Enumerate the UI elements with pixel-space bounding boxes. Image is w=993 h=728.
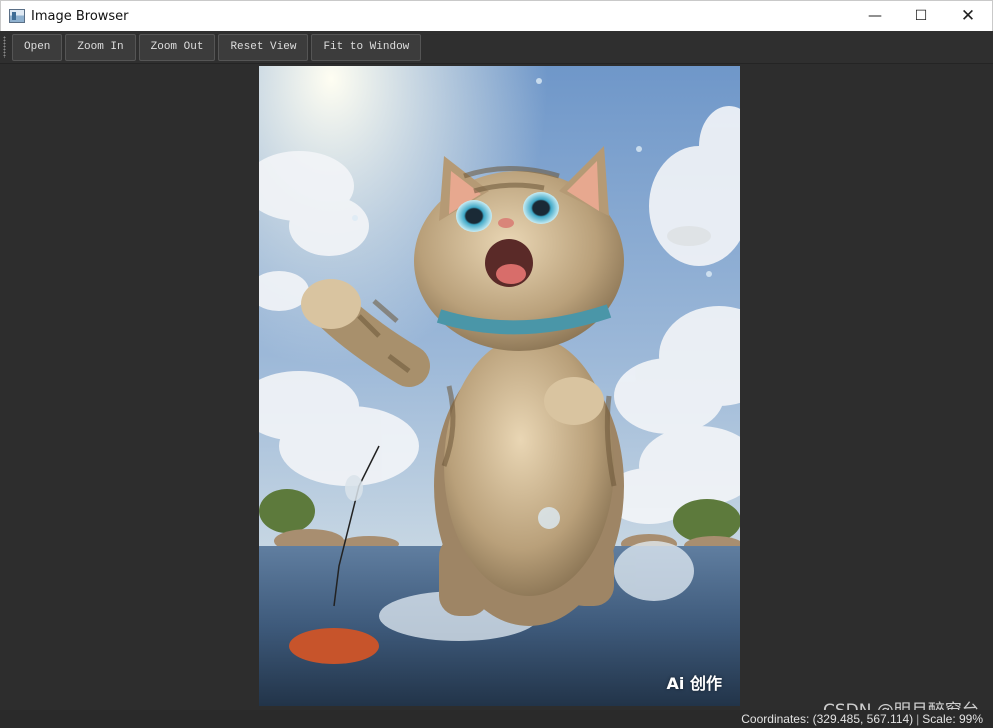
cat-image-illustration	[259, 66, 740, 706]
status-bar: Coordinates: (329.485, 567.114) | Scale:…	[0, 710, 993, 728]
fit-to-window-button[interactable]: Fit to Window	[311, 33, 422, 61]
zoom-in-button[interactable]: Zoom In	[65, 33, 136, 61]
close-button[interactable]: ✕	[944, 1, 992, 31]
image-viewport[interactable]: Ai 创作 CSDN @明月醉窗台	[0, 64, 993, 721]
window-title: Image Browser	[31, 8, 129, 24]
maximize-button[interactable]: ☐	[898, 1, 944, 31]
toolbar-grip-icon[interactable]	[3, 36, 6, 58]
scale-readout: Scale: 99%	[922, 712, 983, 726]
app-image-icon	[9, 9, 25, 23]
minimize-button[interactable]: —	[852, 1, 898, 31]
reset-view-button[interactable]: Reset View	[218, 33, 309, 61]
title-bar[interactable]: Image Browser — ☐ ✕	[0, 0, 993, 31]
coordinates-readout: Coordinates: (329.485, 567.114)	[741, 712, 914, 726]
window-controls: — ☐ ✕	[852, 1, 992, 31]
toolbar: Open Zoom In Zoom Out Reset View Fit to …	[0, 31, 993, 64]
displayed-image[interactable]: Ai 创作	[259, 66, 740, 706]
zoom-out-button[interactable]: Zoom Out	[138, 33, 216, 61]
ai-creation-watermark: Ai 创作	[666, 674, 722, 693]
status-separator: |	[916, 712, 920, 726]
open-button[interactable]: Open	[12, 33, 63, 61]
